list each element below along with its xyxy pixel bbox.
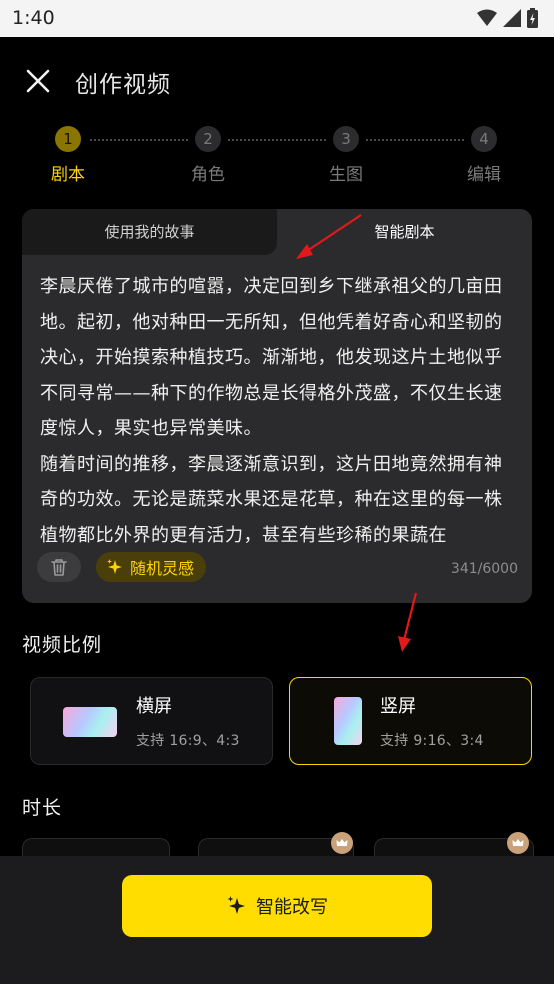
tab-my-story[interactable]: 使用我的故事 (22, 209, 277, 255)
sparkle-icon (107, 559, 122, 574)
smart-rewrite-label: 智能改写 (256, 897, 328, 918)
step-connector (228, 139, 326, 141)
duration-section-title: 时长 (22, 797, 63, 819)
vip-crown-badge (331, 832, 353, 854)
ratio-option-landscape[interactable]: 横屏 支持 16:9、4:3 (30, 677, 273, 765)
step-script[interactable]: 1 剧本 (38, 122, 98, 185)
vip-crown-badge (507, 832, 529, 854)
step-number: 1 (55, 126, 81, 152)
status-icons (477, 8, 538, 28)
battery-charging-icon (527, 8, 538, 28)
step-number: 3 (333, 126, 359, 152)
random-inspiration-label: 随机灵感 (130, 559, 195, 578)
sparkle-icon (227, 896, 245, 914)
random-inspiration-button[interactable]: 随机灵感 (96, 552, 207, 582)
step-label: 剧本 (51, 165, 85, 185)
tab-smart-script[interactable]: 智能剧本 (277, 209, 532, 255)
portrait-thumbnail (334, 697, 362, 745)
bottom-action-bar: 智能改写 (0, 856, 554, 984)
close-icon (26, 69, 50, 93)
story-paragraph: 李晨厌倦了城市的喧嚣，决定回到乡下继承祖父的几亩田地。起初，他对种田一无所知，但… (40, 276, 503, 439)
step-edit[interactable]: 4 编辑 (454, 122, 514, 185)
script-card: 使用我的故事 智能剧本 李晨厌倦了城市的喧嚣，决定回到乡下继承祖父的几亩田地。起… (22, 209, 532, 603)
step-label: 生图 (329, 165, 363, 185)
script-tabs: 使用我的故事 智能剧本 (22, 209, 532, 255)
smart-rewrite-button[interactable]: 智能改写 (122, 875, 432, 937)
step-number: 2 (195, 126, 221, 152)
crown-icon (512, 839, 524, 846)
status-time: 1:40 (12, 7, 55, 29)
status-bar: 1:40 (0, 0, 554, 37)
signal-icon (503, 9, 521, 27)
char-count: 341/6000 (450, 561, 518, 577)
step-connector (90, 139, 188, 141)
ratio-option-portrait[interactable]: 竖屏 支持 9:16、3:4 (289, 677, 532, 765)
header: 创作视频 (0, 37, 554, 122)
page-title: 创作视频 (75, 72, 171, 98)
ratio-option-name: 竖屏 (380, 696, 416, 717)
story-textarea[interactable]: 李晨厌倦了城市的喧嚣，决定回到乡下继承祖父的几亩田地。起初，他对种田一无所知，但… (40, 269, 518, 552)
stepper: 1 剧本 2 角色 3 生图 4 编辑 (0, 122, 554, 192)
step-label: 角色 (191, 165, 225, 185)
ratio-option-desc: 支持 9:16、3:4 (380, 733, 484, 749)
ratio-option-desc: 支持 16:9、4:3 (136, 733, 240, 749)
ratio-option-name: 横屏 (136, 696, 172, 717)
wifi-icon (477, 9, 497, 26)
ratio-section-title: 视频比例 (22, 634, 103, 656)
step-character[interactable]: 2 角色 (178, 122, 238, 185)
trash-icon (51, 559, 67, 576)
step-number: 4 (471, 126, 497, 152)
step-label: 编辑 (467, 165, 501, 185)
story-paragraph: 随着时间的推移，李晨逐渐意识到，这片田地竟然拥有神奇的功效。无论是蔬菜水果还是花… (40, 453, 503, 546)
step-generate-image[interactable]: 3 生图 (316, 122, 376, 185)
close-button[interactable] (22, 65, 54, 97)
crown-icon (336, 839, 348, 846)
step-connector (366, 139, 464, 141)
delete-button[interactable] (37, 552, 81, 582)
landscape-thumbnail (63, 707, 117, 737)
